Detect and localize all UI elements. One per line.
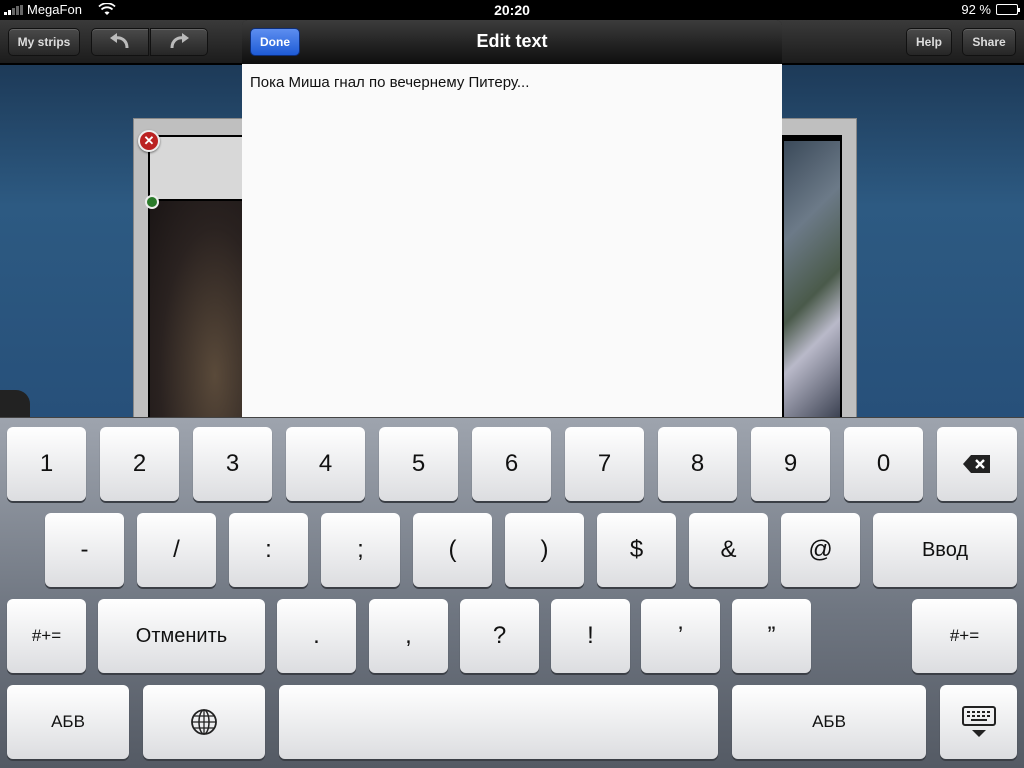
backspace-key[interactable] (937, 427, 1017, 501)
abc-key-left[interactable]: АБВ (7, 685, 129, 759)
key-6[interactable]: 6 (472, 427, 551, 501)
battery-group: 92 % (961, 2, 1020, 17)
key-4[interactable]: 4 (286, 427, 365, 501)
key-open-paren[interactable]: ( (413, 513, 492, 587)
undo-button[interactable] (91, 28, 149, 56)
clock: 20:20 (494, 2, 530, 18)
key-close-paren[interactable]: ) (505, 513, 584, 587)
space-key[interactable] (279, 685, 718, 759)
wifi-icon (98, 3, 116, 15)
side-tab[interactable] (0, 390, 30, 418)
key-0[interactable]: 0 (844, 427, 923, 501)
hide-keyboard-key[interactable] (940, 685, 1017, 759)
done-button[interactable]: Done (250, 28, 300, 56)
globe-key[interactable] (143, 685, 265, 759)
redo-arrow-icon (170, 33, 189, 49)
key-period[interactable]: . (277, 599, 356, 673)
key-semicolon[interactable]: ; (321, 513, 400, 587)
symbols-key-right[interactable]: #+= (912, 599, 1017, 673)
key-9[interactable]: 9 (751, 427, 830, 501)
symbols-key-left[interactable]: #+= (7, 599, 86, 673)
battery-percent: 92 % (961, 2, 991, 17)
share-button[interactable]: Share (962, 28, 1016, 56)
carrier-group: MegaFon (4, 2, 116, 17)
key-question[interactable]: ? (460, 599, 539, 673)
key-5[interactable]: 5 (379, 427, 458, 501)
battery-icon (996, 4, 1020, 15)
resize-handle[interactable] (145, 195, 159, 209)
key-7[interactable]: 7 (565, 427, 644, 501)
key-comma[interactable]: , (369, 599, 448, 673)
undo-key[interactable]: Отменить (98, 599, 265, 673)
text-editor[interactable]: Пока Миша гнал по вечернему Питеру... (242, 64, 782, 417)
keyboard-hide-icon (961, 706, 996, 737)
key-quote[interactable]: ” (732, 599, 811, 673)
popover-title: Edit text (476, 31, 548, 51)
key-ampersand[interactable]: & (689, 513, 768, 587)
close-icon[interactable]: ✕ (138, 130, 160, 152)
abc-key-right[interactable]: АБВ (732, 685, 926, 759)
redo-button[interactable] (150, 28, 208, 56)
key-apostrophe[interactable]: ’ (641, 599, 720, 673)
keyboard: 1 2 3 4 5 6 7 8 9 0 - / : ; ( ) $ & @ Вв… (0, 417, 1024, 768)
help-button[interactable]: Help (906, 28, 952, 56)
undo-arrow-icon (110, 33, 129, 49)
key-slash[interactable]: / (137, 513, 216, 587)
carrier-name: MegaFon (27, 2, 82, 17)
key-8[interactable]: 8 (658, 427, 737, 501)
status-bar: MegaFon 20:20 92 % (0, 0, 1024, 20)
key-dollar[interactable]: $ (597, 513, 676, 587)
key-1[interactable]: 1 (7, 427, 86, 501)
my-strips-button[interactable]: My strips (8, 28, 80, 56)
key-3[interactable]: 3 (193, 427, 272, 501)
key-2[interactable]: 2 (100, 427, 179, 501)
key-at[interactable]: @ (781, 513, 860, 587)
backspace-icon (963, 455, 990, 473)
globe-icon (191, 709, 217, 735)
signal-icon (4, 4, 23, 15)
frame-right[interactable] (782, 135, 842, 419)
photo-right (784, 141, 840, 419)
return-key[interactable]: Ввод (873, 513, 1017, 587)
edit-text-popover: Edit text Done Пока Миша гнал по вечерне… (242, 20, 782, 417)
key-exclamation[interactable]: ! (551, 599, 630, 673)
popover-header: Edit text Done (242, 20, 782, 64)
key-dash[interactable]: - (45, 513, 124, 587)
key-colon[interactable]: : (229, 513, 308, 587)
